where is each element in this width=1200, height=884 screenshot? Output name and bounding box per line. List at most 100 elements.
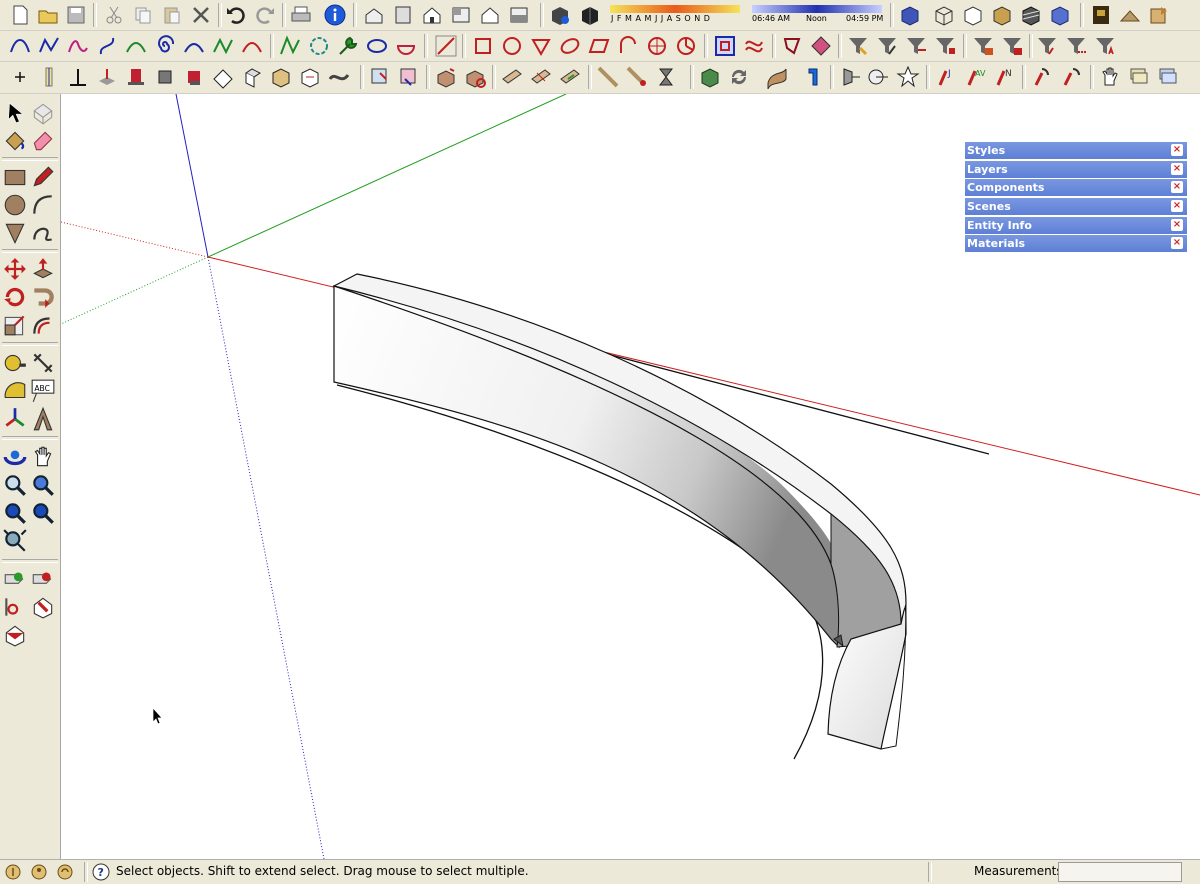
stack-pages-icon[interactable] [1127, 65, 1151, 89]
follow-me-tool-icon[interactable] [30, 284, 56, 310]
3d-warehouse-icon[interactable] [1089, 3, 1113, 27]
line-tool-icon[interactable] [434, 34, 458, 58]
help-icon[interactable]: ? [92, 863, 110, 881]
select-face-icon[interactable] [153, 65, 177, 89]
box-icon[interactable] [269, 65, 293, 89]
move-tool-icon[interactable] [2, 256, 28, 282]
monochrome-style-icon[interactable] [1048, 3, 1072, 27]
new-file-icon[interactable] [8, 3, 32, 27]
bezier-curve-icon[interactable] [8, 34, 32, 58]
triangle-shape-icon[interactable] [529, 34, 553, 58]
filter-annotation-icon[interactable] [1093, 34, 1117, 58]
flip-face-icon[interactable] [211, 65, 235, 89]
zoom-window-tool-icon[interactable] [30, 472, 56, 498]
pan-tool-icon[interactable] [30, 444, 56, 470]
spiral-icon[interactable] [153, 34, 177, 58]
sign-in-icon[interactable] [56, 863, 74, 881]
curviloft-icon[interactable] [327, 65, 351, 89]
freehand-tool-icon[interactable] [30, 220, 56, 246]
pan-hand-icon[interactable] [1098, 65, 1122, 89]
section-circle-icon[interactable] [866, 65, 890, 89]
close-icon[interactable]: × [1171, 162, 1183, 175]
solid-cube-icon[interactable] [698, 65, 722, 89]
date-slider[interactable] [610, 5, 740, 13]
ellipse-icon[interactable] [365, 34, 389, 58]
parallelogram-shape-icon[interactable] [587, 34, 611, 58]
polyline-icon[interactable] [37, 34, 61, 58]
refresh-icon[interactable] [727, 65, 751, 89]
paste-icon[interactable] [160, 3, 184, 27]
open-file-icon[interactable] [36, 3, 60, 27]
left-view-icon[interactable] [507, 3, 531, 27]
top-view-icon[interactable] [391, 3, 415, 27]
offset-curve-icon[interactable] [742, 34, 766, 58]
rotate-curve-icon[interactable] [1059, 65, 1083, 89]
shadow-info-icon[interactable] [548, 3, 572, 27]
push-face-icon[interactable] [95, 65, 119, 89]
number-one-icon[interactable] [801, 65, 825, 89]
section-plane-icon[interactable] [838, 65, 862, 89]
tray-components[interactable]: Components × [965, 179, 1187, 197]
pie-shape-icon[interactable] [674, 34, 698, 58]
share-model-icon[interactable] [1147, 3, 1171, 27]
circle-shape-icon[interactable] [500, 34, 524, 58]
next-view-icon[interactable] [30, 500, 56, 526]
vertical-line-icon[interactable] [37, 65, 61, 89]
pie-segment-icon[interactable] [394, 34, 418, 58]
model-info-icon[interactable] [323, 3, 347, 27]
spline-icon[interactable] [95, 34, 119, 58]
pencil-tool-icon[interactable] [30, 164, 56, 190]
zigzag-curve-icon[interactable] [211, 34, 235, 58]
wireframe-style-icon[interactable] [932, 3, 956, 27]
redo-icon[interactable] [253, 3, 277, 27]
previous-view-icon[interactable] [2, 500, 28, 526]
arc-curve-icon[interactable] [124, 34, 148, 58]
board-icon[interactable] [500, 65, 524, 89]
measure-diagonal-icon[interactable] [596, 65, 620, 89]
curve-segment-icon[interactable] [278, 34, 302, 58]
hidden-line-style-icon[interactable] [961, 3, 985, 27]
tray-entity-info[interactable]: Entity Info × [965, 216, 1187, 234]
save-icon[interactable] [64, 3, 88, 27]
time-slider[interactable] [752, 5, 882, 13]
shadow-toggle-icon[interactable] [578, 3, 602, 27]
look-around-icon[interactable] [2, 594, 28, 620]
arch-curve-icon[interactable] [182, 34, 206, 58]
cut-icon[interactable] [102, 3, 126, 27]
measurements-input[interactable] [1058, 862, 1182, 882]
twist-icon[interactable] [654, 65, 678, 89]
tape-measure-tool-icon[interactable] [2, 350, 28, 376]
box-rotate-icon[interactable] [463, 65, 487, 89]
geo-location-icon[interactable] [4, 863, 22, 881]
tray-styles[interactable]: Styles × [965, 142, 1187, 159]
select-arrow-icon[interactable] [2, 100, 28, 126]
bend-plane-icon[interactable] [765, 65, 789, 89]
tray-layers[interactable]: Layers × [965, 160, 1187, 178]
diamond-shape-icon[interactable] [809, 34, 833, 58]
board-cut-icon[interactable] [529, 65, 553, 89]
eraser-icon[interactable] [30, 128, 56, 154]
close-icon[interactable]: × [1171, 181, 1183, 194]
xray-style-icon[interactable] [898, 3, 922, 27]
layered-pages-icon[interactable] [1156, 65, 1180, 89]
undo-icon[interactable] [224, 3, 248, 27]
rotate-axis-icon[interactable] [1030, 65, 1054, 89]
paint-face-icon[interactable] [182, 65, 206, 89]
close-icon[interactable]: × [1171, 144, 1183, 156]
right-view-icon[interactable] [449, 3, 473, 27]
freehand-curve-icon[interactable] [66, 34, 90, 58]
offset-tool-icon[interactable] [30, 312, 56, 338]
filter-guides-icon[interactable] [1064, 34, 1088, 58]
joint-av-icon[interactable]: AV [963, 65, 987, 89]
protractor-tool-icon[interactable] [2, 378, 28, 404]
board-join-icon[interactable] [558, 65, 582, 89]
axis-line-icon[interactable] [66, 65, 90, 89]
arc-shape-icon[interactable] [616, 34, 640, 58]
joint-j-icon[interactable]: J [934, 65, 958, 89]
shaded-textures-style-icon[interactable] [1019, 3, 1043, 27]
star-icon[interactable] [896, 65, 920, 89]
rectangle-tool-icon[interactable] [2, 164, 28, 190]
wrench-tool-icon[interactable] [336, 34, 360, 58]
box-move-icon[interactable] [434, 65, 458, 89]
iso-view-icon[interactable] [362, 3, 386, 27]
